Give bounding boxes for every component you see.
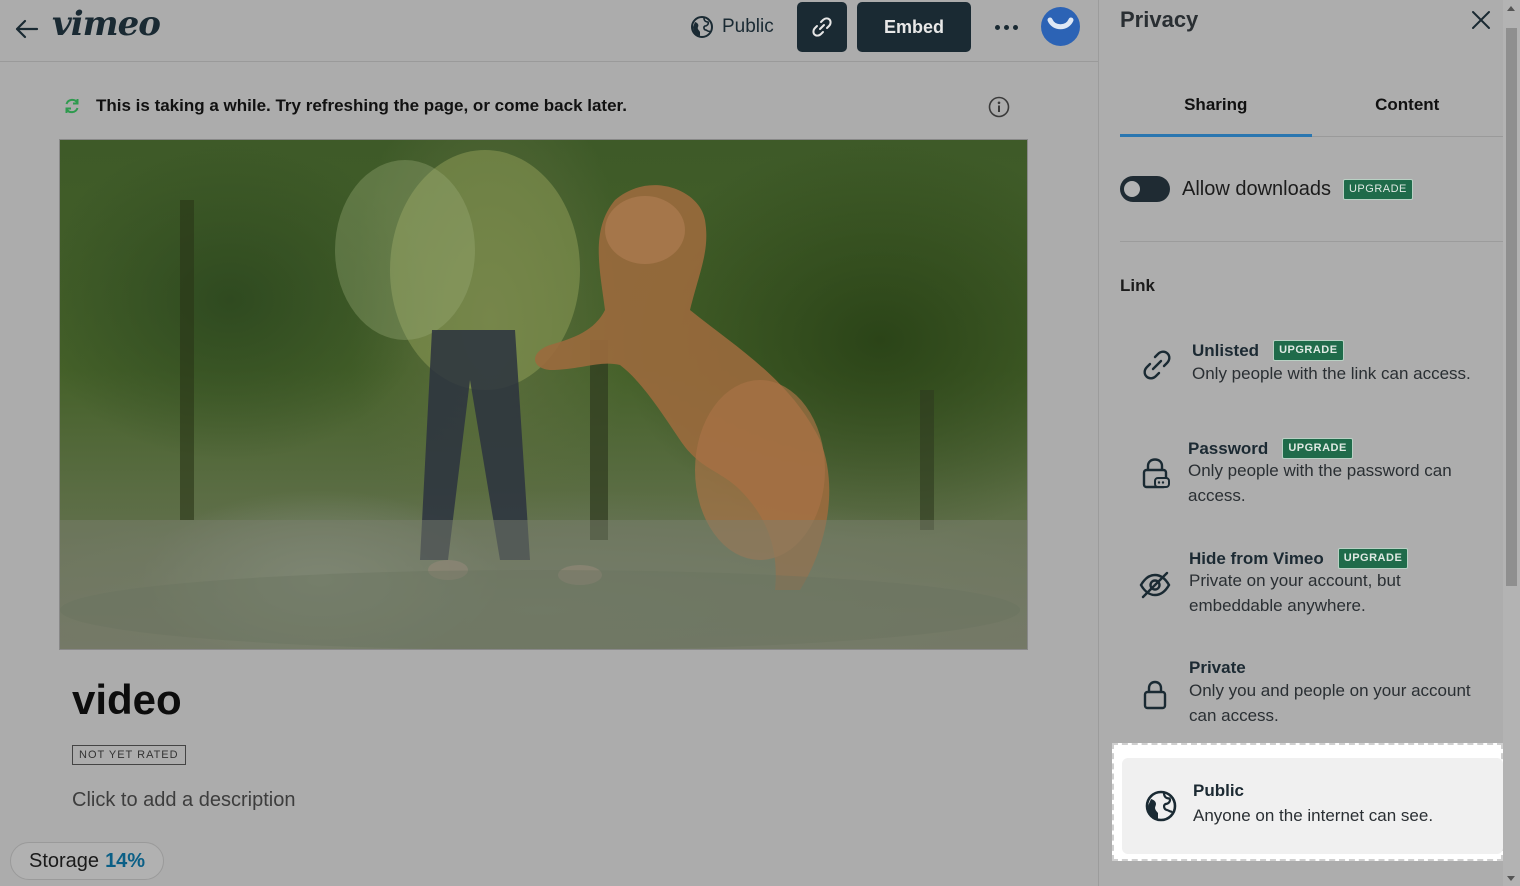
link-icon [1143, 350, 1171, 380]
storage-label: Storage [29, 849, 100, 872]
privacy-panel: Privacy Sharing Content Allow downloads … [1098, 0, 1520, 886]
storage-percent: 14% [105, 849, 146, 872]
option-description: Only people with the password can access… [1188, 461, 1452, 505]
scrollbar-thumb[interactable] [1506, 28, 1517, 586]
privacy-option-public[interactable]: Public Anyone on the internet can see. [1122, 758, 1503, 854]
close-icon[interactable] [1469, 8, 1493, 32]
scroll-down-arrow-icon[interactable] [1507, 876, 1515, 881]
video-thumbnail [60, 150, 1027, 649]
privacy-status-label: Public [722, 16, 774, 37]
video-player[interactable] [59, 139, 1028, 650]
password-lock-icon [1142, 458, 1170, 489]
storage-indicator[interactable]: Storage 14% [10, 842, 165, 880]
privacy-option-unlisted[interactable]: Unlisted UPGRADE Only people with the li… [1120, 332, 1503, 402]
top-bar: vimeo Public Embed [0, 0, 1098, 62]
avatar-smile-icon [1047, 17, 1074, 30]
panel-scrollbar[interactable] [1503, 0, 1520, 886]
privacy-option-private[interactable]: Private Only you and people on your acco… [1120, 650, 1503, 734]
option-description: Private on your account, but embeddable … [1189, 571, 1401, 615]
tab-sharing[interactable]: Sharing [1120, 74, 1312, 137]
option-header: Private [1189, 658, 1246, 678]
option-title: Hide from Vimeo [1189, 548, 1324, 568]
upgrade-badge[interactable]: UPGRADE [1342, 178, 1413, 200]
option-description: Only you and people on your account can … [1189, 681, 1471, 725]
option-title: Password [1188, 438, 1269, 458]
privacy-option-public-focus: Public Anyone on the internet can see. [1112, 743, 1503, 861]
option-description: Only people with the link can access. [1192, 364, 1471, 383]
tab-content[interactable]: Content [1312, 74, 1504, 136]
scroll-up-arrow-icon[interactable] [1507, 6, 1515, 11]
option-title: Unlisted [1192, 340, 1260, 360]
panel-title: Privacy [1120, 7, 1199, 32]
allow-downloads-row: Allow downloads UPGRADE [1120, 176, 1413, 202]
lock-icon [1143, 680, 1167, 710]
upgrade-badge[interactable]: UPGRADE [1273, 340, 1344, 361]
allow-downloads-toggle[interactable] [1120, 176, 1170, 202]
rating-badge: NOT YET RATED [72, 745, 186, 765]
refresh-icon [65, 98, 79, 114]
vimeo-logo[interactable]: vimeo [52, 4, 161, 44]
option-header: Unlisted UPGRADE [1192, 340, 1344, 361]
globe-icon [691, 16, 713, 38]
privacy-status-button[interactable]: Public [690, 12, 774, 42]
info-icon[interactable] [988, 96, 1010, 118]
dot [1003, 24, 1009, 30]
privacy-option-hide-from-vimeo[interactable]: Hide from Vimeo UPGRADE Private on your … [1120, 540, 1503, 624]
user-avatar[interactable] [1041, 7, 1080, 46]
video-title[interactable]: video [72, 676, 182, 724]
link-section-label: Link [1120, 276, 1155, 295]
copy-link-button[interactable] [797, 2, 847, 52]
embed-button[interactable]: Embed [857, 2, 971, 52]
video-manager: vimeo Public Embed This is taking a whil… [0, 0, 1098, 886]
more-options-button[interactable] [990, 14, 1022, 40]
dot [994, 24, 1000, 30]
privacy-option-password[interactable]: Password UPGRADE Only people with the pa… [1120, 430, 1503, 514]
eye-off-icon [1139, 571, 1171, 599]
description-input[interactable]: Click to add a description [72, 789, 295, 812]
processing-notice: This is taking a while. Try refreshing t… [62, 96, 627, 116]
notice-text: This is taking a while. Try refreshing t… [96, 96, 627, 115]
option-title: Private [1189, 658, 1246, 677]
option-header: Password UPGRADE [1188, 438, 1353, 459]
dot [1012, 24, 1018, 30]
divider [1120, 241, 1503, 242]
back-arrow-icon[interactable] [12, 14, 42, 44]
option-description: Anyone on the internet can see. [1193, 806, 1434, 825]
globe-icon [1145, 790, 1177, 822]
option-title: Public [1193, 781, 1245, 800]
upgrade-badge[interactable]: UPGRADE [1337, 548, 1409, 569]
privacy-tabs: Sharing Content [1120, 74, 1503, 137]
upgrade-badge[interactable]: UPGRADE [1282, 438, 1353, 459]
option-header: Hide from Vimeo UPGRADE [1189, 548, 1409, 569]
allow-downloads-label: Allow downloads [1182, 177, 1331, 200]
link-icon [812, 17, 832, 37]
